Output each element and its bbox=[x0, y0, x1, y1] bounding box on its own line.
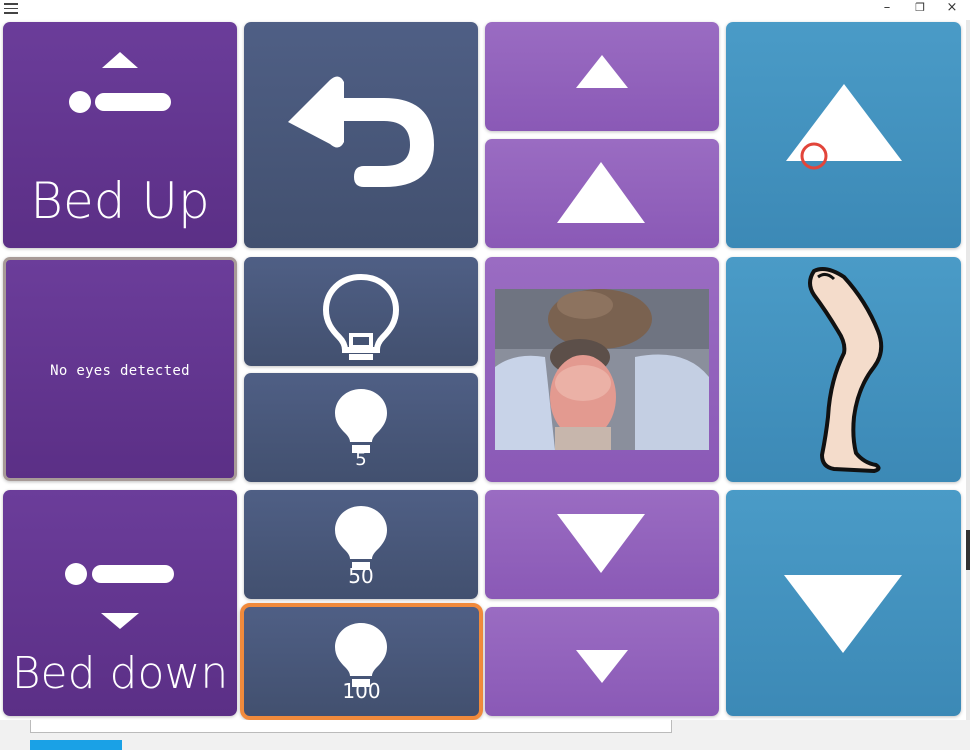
leg-down-button[interactable] bbox=[726, 490, 961, 716]
light-100-button[interactable]: 100 bbox=[240, 603, 483, 720]
light-toggle-button[interactable] bbox=[244, 257, 478, 366]
camera-feed-image bbox=[495, 289, 709, 450]
close-button[interactable]: × bbox=[937, 0, 967, 18]
light-100-label: 100 bbox=[342, 679, 381, 703]
background-button bbox=[30, 740, 122, 750]
title-bar: – ❐ × bbox=[0, 0, 970, 20]
triangle-down-icon bbox=[784, 575, 902, 653]
bed-down-label: Bed down bbox=[11, 648, 229, 699]
large-down-button[interactable] bbox=[485, 490, 719, 599]
scrollbar-thumb[interactable] bbox=[966, 530, 970, 570]
maximize-button[interactable]: ❐ bbox=[905, 0, 935, 18]
small-up-button[interactable] bbox=[485, 22, 719, 131]
triangle-down-icon bbox=[557, 514, 645, 573]
back-button[interactable] bbox=[244, 22, 478, 248]
light-5-button[interactable]: 5 bbox=[244, 373, 478, 482]
leg-up-button[interactable] bbox=[726, 22, 961, 248]
camera-preview-tile bbox=[485, 257, 719, 482]
leg-icon bbox=[808, 267, 884, 473]
eye-tracking-status: No eyes detected bbox=[3, 257, 237, 481]
minimize-button[interactable]: – bbox=[872, 0, 902, 18]
bed-up-label: Bed Up bbox=[30, 172, 210, 230]
light-50-button[interactable]: 50 bbox=[244, 490, 478, 599]
communication-board: Bed Up No eyes detected 5 Bed down 50 10… bbox=[0, 20, 966, 720]
scrollbar-track[interactable] bbox=[966, 20, 970, 720]
background-app-strip bbox=[0, 720, 970, 750]
bed-up-button[interactable]: Bed Up bbox=[3, 22, 237, 248]
lightbulb-outline-icon bbox=[322, 273, 400, 360]
bed-down-button[interactable]: Bed down bbox=[3, 490, 237, 716]
small-triangle-up-icon bbox=[576, 55, 628, 88]
gaze-cursor-icon bbox=[800, 142, 828, 170]
large-up-button[interactable] bbox=[485, 139, 719, 248]
small-triangle-down-icon bbox=[576, 650, 628, 683]
background-text-field bbox=[30, 720, 672, 733]
small-down-button[interactable] bbox=[485, 607, 719, 716]
back-arrow-icon bbox=[288, 76, 434, 187]
hamburger-menu-icon[interactable] bbox=[4, 3, 18, 15]
eye-status-text: No eyes detected bbox=[50, 363, 190, 379]
triangle-up-icon bbox=[557, 162, 645, 223]
light-50-label: 50 bbox=[348, 564, 374, 588]
leg-button[interactable] bbox=[726, 257, 961, 482]
light-5-label: 5 bbox=[355, 449, 367, 470]
